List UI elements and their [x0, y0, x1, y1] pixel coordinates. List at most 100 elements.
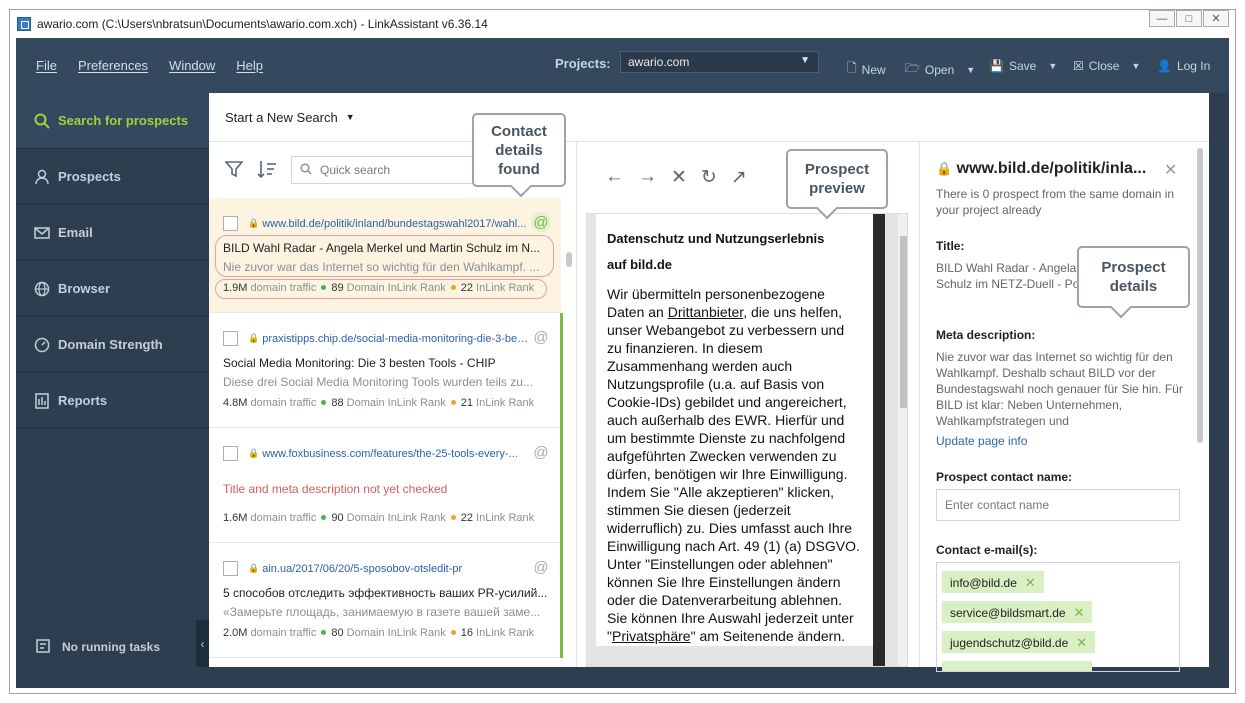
prospect-card[interactable]: 🔒 ain.ua/2017/06/20/5-sposobov-otsledit-… [209, 543, 563, 658]
dot-icon [450, 400, 456, 405]
menu-file[interactable]: File [36, 58, 57, 73]
window-title: awario.com (C:\Users\nbratsun\Documents\… [37, 16, 488, 31]
email-chip-partial[interactable] [942, 661, 1092, 671]
maximize-button[interactable]: □ [1176, 10, 1202, 27]
dot-icon [450, 515, 456, 520]
email-chip[interactable]: info@bild.de ✕ [942, 571, 1044, 593]
app-window: awario.com (C:\Users\nbratsun\Documents\… [9, 9, 1236, 694]
prospect-card[interactable]: 🔒 www.foxbusiness.com/features/the-25-to… [209, 428, 563, 543]
meta-label: Meta description: [936, 328, 1036, 342]
email-chip-text: jugendschutz@bild.de [950, 636, 1069, 650]
prospect-url[interactable]: ain.ua/2017/06/20/5-sposobov-otsledit-pr [262, 563, 532, 575]
prospect-title: Social Media Monitoring: Die 3 besten To… [223, 356, 496, 370]
sidebar-item-domain-strength[interactable]: Domain Strength [16, 317, 209, 373]
consent-heading-1: Datenschutz und Nutzungserlebnis [607, 231, 825, 246]
search-icon [33, 112, 50, 129]
email-chip[interactable]: jugendschutz@bild.de ✕ [942, 631, 1096, 653]
prospect-url[interactable]: www.bild.de/politik/inland/bundestagswah… [262, 218, 532, 230]
contact-at-icon[interactable]: @ [531, 327, 551, 347]
project-select-value: awario.com [628, 55, 690, 69]
remove-icon[interactable]: ✕ [1076, 635, 1087, 650]
prospect-metrics: 4.8M domain traffic 88 Domain InLink Rank… [223, 397, 534, 409]
contact-name-input[interactable]: Enter contact name [936, 489, 1180, 521]
list-scrollbar[interactable] [566, 252, 572, 267]
sidebar-item-label: Domain Strength [58, 337, 163, 352]
filter-icon[interactable] [224, 160, 244, 181]
reload-icon[interactable]: ↻ [701, 166, 717, 189]
folder-icon: 🗁 [905, 61, 920, 75]
prospect-metrics: 1.6M domain traffic 90 Domain InLink Rank… [223, 512, 534, 524]
sidebar-item-browser[interactable]: Browser [16, 261, 209, 317]
email-chip[interactable]: service@bildsmart.de ✕ [942, 601, 1093, 623]
details-scrollbar[interactable] [1197, 148, 1203, 443]
close-box-icon: ☒ [1073, 59, 1084, 73]
chevron-down-icon[interactable]: ▼ [1131, 61, 1140, 71]
email-chip-text: info@bild.de [950, 576, 1017, 590]
dot-icon [321, 630, 327, 635]
contact-found-icon[interactable]: @ [531, 212, 551, 232]
new-search-dropdown[interactable]: Start a New Search ▼ [209, 93, 1209, 142]
contact-at-icon[interactable]: @ [531, 442, 551, 462]
not-checked-notice: Title and meta description not yet check… [223, 482, 448, 496]
prospect-card[interactable]: 🔒 www.bild.de/politik/inland/bundestagsw… [209, 198, 561, 313]
forward-icon[interactable]: → [638, 166, 657, 189]
back-icon[interactable]: ← [605, 166, 624, 189]
third-party-link[interactable]: Drittanbieter [668, 304, 743, 320]
consent-text: Wir übermitteln personenbezogene Daten a… [607, 285, 862, 645]
sidebar-item-prospects[interactable]: Prospects [16, 149, 209, 205]
details-domain-text: www.bild.de/politik/inla... [956, 160, 1147, 177]
close-icon[interactable]: ✕ [1164, 160, 1177, 180]
prospect-checkbox[interactable] [223, 331, 238, 346]
prospect-checkbox[interactable] [223, 561, 238, 576]
sidebar-item-email[interactable]: Email [16, 205, 209, 261]
meta-value: Nie zuvor war das Internet so wichtig fü… [936, 350, 1183, 428]
chevron-down-icon[interactable]: ▼ [966, 65, 975, 75]
preview-scroll-thumb[interactable] [900, 236, 907, 408]
quick-search-input[interactable]: Quick search [291, 156, 479, 184]
sidebar-item-search-for-prospects[interactable]: Search for prospects [16, 93, 209, 149]
minimize-button[interactable]: — [1149, 10, 1175, 27]
login-button[interactable]: 👤 Log In [1157, 59, 1210, 73]
open-button[interactable]: 🗁 Open ▼ [905, 59, 975, 80]
contact-name-label: Prospect contact name: [936, 470, 1073, 484]
remove-icon[interactable]: ✕ [1074, 605, 1085, 620]
update-page-info-link[interactable]: Update page info [936, 434, 1027, 448]
callout-contact-details: Contact details found [472, 113, 566, 187]
menu-preferences[interactable]: Preferences [78, 58, 148, 73]
project-select[interactable]: awario.com ▼ [620, 51, 819, 73]
menu-help[interactable]: Help [236, 58, 263, 73]
sort-icon[interactable] [257, 160, 277, 181]
sidebar-item-reports[interactable]: Reports [16, 373, 209, 429]
sidebar-item-label: Email [58, 225, 93, 240]
privacy-link[interactable]: Privatsphäre [612, 628, 691, 644]
tasks-status[interactable]: No running tasks [16, 627, 209, 667]
remove-icon[interactable]: ✕ [1025, 575, 1036, 590]
metric-ilr-label: InLink Rank [476, 512, 535, 524]
close-window-button[interactable]: ✕ [1203, 10, 1229, 27]
new-button[interactable]: 🗋 New [847, 59, 886, 80]
menu-window[interactable]: Window [169, 58, 215, 73]
prospect-url[interactable]: www.foxbusiness.com/features/the-25-tool… [262, 448, 532, 460]
page-preview[interactable]: Datenschutz und Nutzungserlebnis auf bild… [586, 213, 908, 667]
contact-at-icon[interactable]: @ [531, 557, 551, 577]
save-button[interactable]: 💾 Save ▼ [989, 59, 1057, 73]
prospect-card[interactable]: 🔒 praxistipps.chip.de/social-media-monit… [209, 313, 563, 428]
prospect-url[interactable]: praxistipps.chip.de/social-media-monitor… [262, 333, 532, 345]
open-external-icon[interactable]: ↗ [731, 166, 747, 189]
window-controls: — □ ✕ [1148, 10, 1229, 27]
chevron-down-icon[interactable]: ▼ [1048, 61, 1057, 71]
app-body: File Preferences Window Help Projects: a… [16, 38, 1229, 688]
tasks-icon [36, 638, 50, 656]
search-icon [300, 163, 312, 178]
close-project-button[interactable]: ☒ Close ▼ [1073, 59, 1140, 73]
emails-box[interactable]: info@bild.de ✕ service@bildsmart.de ✕ juge… [936, 562, 1180, 672]
preview-scrollbar[interactable] [898, 214, 907, 666]
stop-icon[interactable]: ✕ [671, 166, 687, 189]
metric-dir-label: Domain InLink Rank [346, 397, 446, 409]
prospect-checkbox[interactable] [223, 216, 238, 231]
open-label: Open [924, 62, 955, 77]
prospect-url-row: 🔒 ain.ua/2017/06/20/5-sposobov-otsledit-… [223, 561, 548, 576]
prospect-checkbox[interactable] [223, 446, 238, 461]
callout-prospect-preview: Prospect preview [786, 149, 888, 209]
collapse-sidebar-button[interactable]: ‹ [196, 620, 209, 667]
